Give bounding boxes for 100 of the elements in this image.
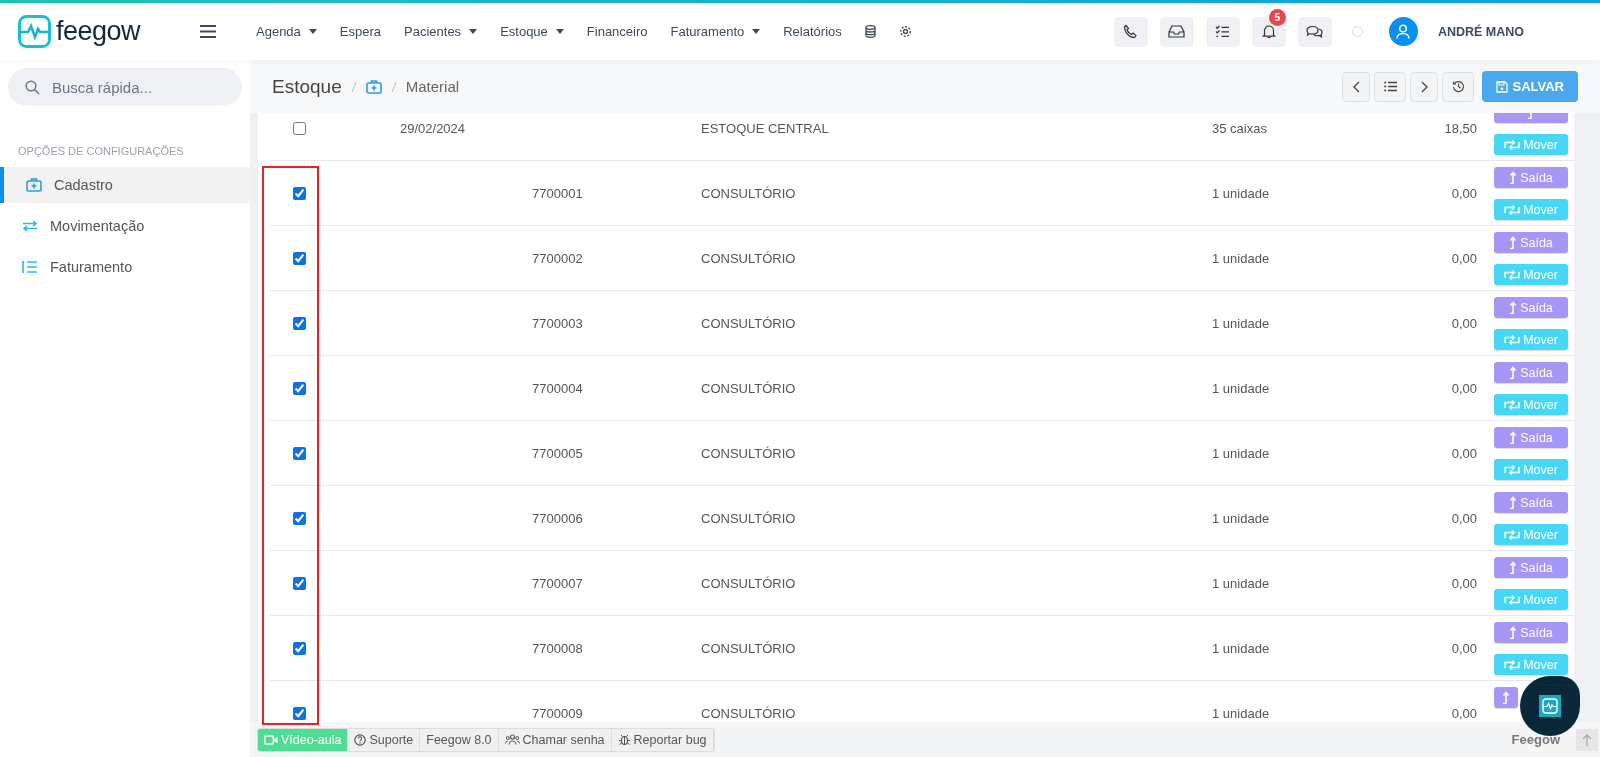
- value-cell-text: 0,00: [1450, 380, 1477, 396]
- code-cell-text: 7700005: [532, 445, 584, 461]
- footer-link[interactable]: Vídeo-aula: [258, 728, 349, 751]
- footer-link[interactable]: Reportar bug: [611, 728, 714, 751]
- sidebar-item[interactable]: Cadastro: [0, 167, 250, 203]
- exit-button[interactable]: Saída: [1494, 232, 1568, 253]
- move-button[interactable]: Mover: [1494, 199, 1568, 220]
- footer-link[interactable]: Suporte: [348, 728, 421, 751]
- exit-button[interactable]: Saída: [1494, 362, 1568, 383]
- sidebar-item[interactable]: Movimentação: [0, 208, 250, 244]
- inbox-button[interactable]: [1159, 16, 1194, 47]
- inbox-icon: [1168, 25, 1186, 38]
- exit-button[interactable]: [1494, 687, 1518, 708]
- user-name[interactable]: ANDRÉ MANO: [1437, 24, 1524, 39]
- arrow-up-icon: [1509, 366, 1518, 379]
- exit-button[interactable]: Saída: [1494, 622, 1568, 643]
- row-checkbox[interactable]: [292, 706, 306, 720]
- list-button[interactable]: [1374, 71, 1407, 102]
- list-icon: [22, 260, 38, 274]
- row-checkbox[interactable]: [292, 381, 306, 395]
- tasks-button[interactable]: [1205, 16, 1240, 47]
- code-cell-text: 7700009: [532, 705, 584, 721]
- repeat-icon: [1504, 269, 1521, 280]
- repeat-icon: [1504, 204, 1521, 215]
- save-button[interactable]: SALVAR: [1482, 71, 1578, 102]
- move-button[interactable]: Mover: [1494, 134, 1568, 155]
- arrow-up-icon: [1509, 171, 1518, 184]
- arrow-up-icon: [1509, 561, 1518, 574]
- settings-icon[interactable]: [898, 25, 912, 38]
- code-cell-text: 7700001: [532, 185, 584, 201]
- row-checkbox[interactable]: [292, 511, 306, 525]
- exit-button[interactable]: Saída: [1494, 557, 1568, 578]
- notification-badge: 5: [1268, 8, 1286, 26]
- chevron-left-icon: [1352, 80, 1360, 93]
- move-button[interactable]: Mover: [1494, 394, 1568, 415]
- nav-menu-item[interactable]: Espera: [339, 24, 382, 39]
- phone-icon: [1123, 24, 1139, 39]
- arrow-up-icon: [1509, 496, 1518, 509]
- footer-link[interactable]: Chamar senha: [498, 728, 612, 751]
- quantity-cell-text: 1 unidade: [1212, 575, 1271, 591]
- row-checkbox[interactable]: [292, 641, 306, 655]
- move-button[interactable]: Mover: [1494, 459, 1568, 480]
- sidebar-item[interactable]: Faturamento: [0, 249, 250, 285]
- footer-brand: Feegow: [1511, 732, 1560, 747]
- breadcrumb-section[interactable]: Estoque: [272, 75, 342, 98]
- location-cell-text: ESTOQUE CENTRAL: [701, 120, 830, 136]
- repeat-icon: [1504, 659, 1521, 670]
- exit-button[interactable]: Saída: [1494, 297, 1568, 318]
- list-icon: [1383, 81, 1397, 92]
- sidebar-item-label: Cadastro: [54, 177, 113, 193]
- date-cell-text: 29/02/2024: [399, 120, 467, 136]
- checklist-icon: [1215, 25, 1231, 38]
- nav-menu-item[interactable]: Pacientes: [404, 24, 478, 39]
- code-cell-text: 7700007: [532, 575, 584, 591]
- database-icon[interactable]: [864, 25, 876, 38]
- row-checkbox[interactable]: [292, 121, 306, 135]
- repeat-icon: [1504, 529, 1521, 540]
- move-button[interactable]: Mover: [1494, 524, 1568, 545]
- nav-menu-item[interactable]: Financeiro: [586, 24, 648, 39]
- row-checkbox[interactable]: [292, 186, 306, 200]
- nav-menu-item[interactable]: Agenda: [256, 24, 317, 39]
- value-cell-text: 0,00: [1450, 250, 1477, 266]
- move-button[interactable]: Mover: [1494, 654, 1568, 675]
- move-button[interactable]: Mover: [1494, 264, 1568, 285]
- move-button[interactable]: Mover: [1494, 329, 1568, 350]
- search-field[interactable]: Busca rápida...: [8, 68, 242, 106]
- people-icon: [504, 734, 520, 745]
- row-checkbox[interactable]: [292, 316, 306, 330]
- location-cell-text: CONSULTÓRIO: [701, 315, 797, 331]
- exit-button[interactable]: Saída: [1494, 167, 1568, 188]
- help-icon: [354, 733, 367, 746]
- sidebar-heading: OPÇÕES DE CONFIGURAÇÕES: [18, 145, 185, 157]
- medkit-icon: [26, 178, 42, 192]
- user-avatar[interactable]: [1388, 17, 1418, 46]
- nav-menu-item[interactable]: Relatórios: [783, 24, 842, 39]
- exit-button[interactable]: Saída: [1494, 427, 1568, 448]
- code-cell-text: 7700002: [532, 250, 584, 266]
- caret-icon: [555, 29, 564, 34]
- footer-link[interactable]: Feegow 8.0: [420, 728, 499, 751]
- history-button[interactable]: [1442, 71, 1475, 102]
- quantity-cell-text: 1 unidade: [1212, 315, 1271, 331]
- row-checkbox[interactable]: [292, 446, 306, 460]
- location-cell-text: CONSULTÓRIO: [701, 250, 797, 266]
- nav-menu-item[interactable]: Faturamento: [670, 24, 761, 39]
- caret-icon: [308, 29, 317, 34]
- arrow-up-icon: [1502, 691, 1510, 704]
- repeat-icon: [1504, 594, 1521, 605]
- row-checkbox[interactable]: [292, 576, 306, 590]
- chat-button[interactable]: [1297, 16, 1332, 47]
- row-checkbox[interactable]: [292, 251, 306, 265]
- location-cell-text: CONSULTÓRIO: [701, 510, 797, 526]
- value-cell-text: 0,00: [1450, 445, 1477, 461]
- nav-menu-item[interactable]: Estoque: [500, 24, 564, 39]
- menu-icon[interactable]: [200, 25, 216, 38]
- location-cell-text: CONSULTÓRIO: [701, 705, 797, 721]
- move-button[interactable]: Mover: [1494, 589, 1568, 610]
- arrow-up-icon: [1509, 301, 1518, 314]
- quantity-cell-text: 1 unidade: [1212, 250, 1271, 266]
- exit-button[interactable]: Saída: [1494, 492, 1568, 513]
- phone-button[interactable]: [1113, 16, 1148, 47]
